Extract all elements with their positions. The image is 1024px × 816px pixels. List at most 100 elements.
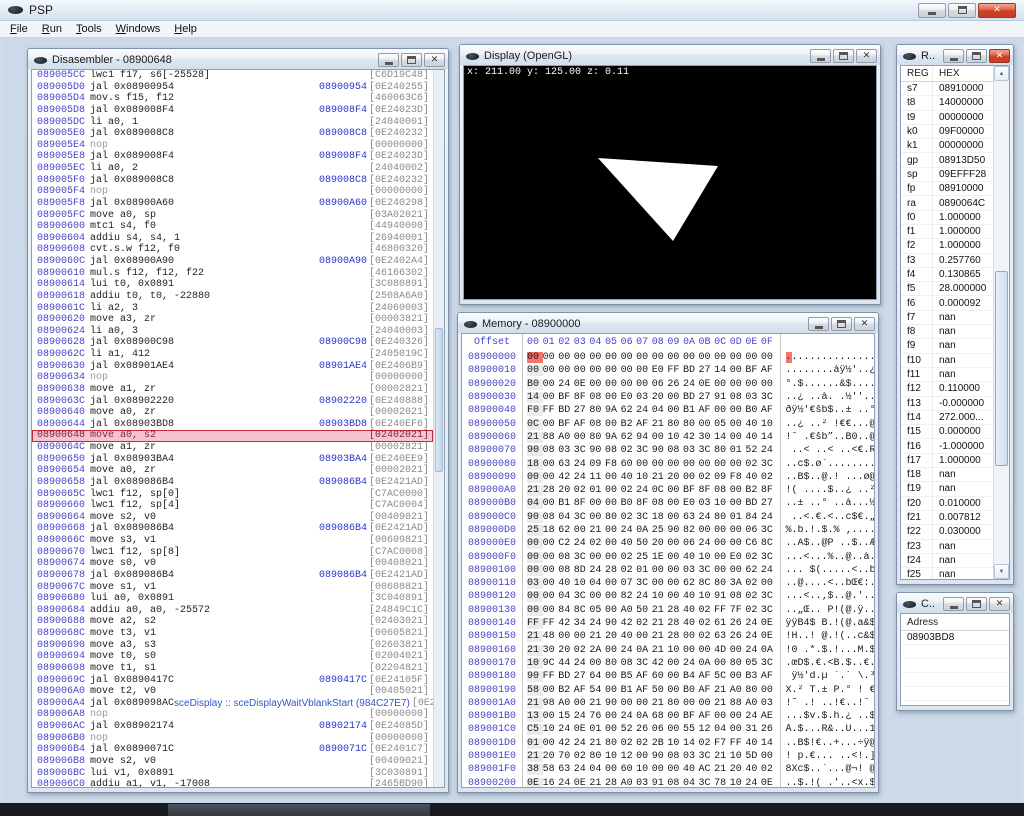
memory-minimize-button[interactable] (808, 317, 829, 331)
memory-byte[interactable]: F0 (527, 405, 543, 416)
memory-byte[interactable]: 00 (636, 365, 652, 376)
memory-byte[interactable]: 01 (730, 512, 746, 523)
memory-byte[interactable]: 31 (745, 724, 761, 735)
memory-byte[interactable]: 21 (527, 645, 543, 656)
memory-byte[interactable]: 00 (683, 459, 699, 470)
memory-byte[interactable]: 00 (714, 352, 730, 363)
memory-byte[interactable]: 8F (761, 485, 777, 496)
memory-byte[interactable]: 10 (605, 751, 621, 762)
memory-byte[interactable]: 00 (589, 512, 605, 523)
menu-run[interactable]: Run (35, 22, 69, 37)
memory-byte[interactable]: 90 (527, 671, 543, 682)
memory-byte[interactable]: 08 (667, 751, 683, 762)
memory-byte[interactable]: 04 (589, 764, 605, 775)
memory-byte[interactable]: 02 (621, 565, 637, 576)
memory-byte[interactable]: 42 (652, 658, 668, 669)
register-row[interactable]: t900000000 (901, 111, 993, 125)
registers-maximize-button[interactable] (966, 49, 987, 63)
registers-minimize-button[interactable] (943, 49, 964, 63)
memory-byte[interactable]: 00 (667, 565, 683, 576)
memory-byte[interactable]: 10 (714, 498, 730, 509)
memory-byte[interactable]: 0A (636, 711, 652, 722)
memory-byte[interactable]: 02 (574, 645, 590, 656)
memory-byte[interactable]: 40 (683, 591, 699, 602)
memory-row[interactable]: 089001D001004224218002022B101402F7FF4014… (462, 737, 874, 750)
memory-byte[interactable]: 00 (667, 459, 683, 470)
memory-byte[interactable]: 3A (730, 578, 746, 589)
disasm-line[interactable]: 0890063Cjal 0x0890222008902220[0E240888] (32, 396, 433, 408)
memory-byte[interactable]: 24 (574, 711, 590, 722)
memory-byte[interactable]: 14 (683, 738, 699, 749)
memory-byte[interactable]: 24 (683, 658, 699, 669)
memory-byte[interactable]: 00 (652, 578, 668, 589)
memory-byte[interactable]: 00 (527, 472, 543, 483)
memory-byte[interactable]: 08 (730, 392, 746, 403)
memory-byte[interactable]: 10 (527, 658, 543, 669)
memory-byte[interactable]: A0 (621, 778, 637, 788)
memory-byte[interactable]: 28 (605, 565, 621, 576)
memory-byte[interactable]: 04 (558, 512, 574, 523)
memory-byte[interactable]: 08 (589, 392, 605, 403)
memory-byte[interactable]: E0 (652, 365, 668, 376)
memory-row[interactable]: 089000E00000C22402004050200006240000C68C… (462, 537, 874, 550)
main-window-minimize-button[interactable] (918, 3, 946, 18)
disasm-line[interactable]: 08900638move a1, zr[00002821] (32, 384, 433, 396)
memory-row[interactable]: 089000C09008043C0080023C1800632480018424… (462, 511, 874, 524)
memory-byte[interactable]: 02 (745, 605, 761, 616)
memory-byte[interactable]: BD (558, 405, 574, 416)
memory-byte[interactable]: 76 (589, 711, 605, 722)
memory-byte[interactable]: 28 (667, 618, 683, 629)
memory-byte[interactable]: 1E (652, 552, 668, 563)
register-row[interactable]: f200.010000 (901, 497, 993, 511)
memory-byte[interactable]: 0C (527, 419, 543, 430)
memory-byte[interactable]: 00 (636, 698, 652, 709)
memory-byte[interactable]: 24 (558, 778, 574, 788)
memory-byte[interactable]: 00 (527, 538, 543, 549)
memory-byte[interactable]: 00 (745, 379, 761, 390)
memory-byte[interactable]: 21 (652, 618, 668, 629)
register-row[interactable]: f120.110000 (901, 382, 993, 396)
memory-row[interactable]: 089001000000088D242802010000033C00006224… (462, 564, 874, 577)
memory-byte[interactable]: 3C (761, 552, 777, 563)
memory-byte[interactable]: 03 (683, 565, 699, 576)
scrollbar-thumb[interactable] (435, 328, 443, 471)
memory-row[interactable]: 089000801800632409F86000000000000000023C… (462, 457, 874, 470)
disasm-line[interactable]: 08900610mul.s f12, f12, f22[46166302] (32, 268, 433, 280)
memory-byte[interactable]: 00 (527, 352, 543, 363)
memory-byte[interactable]: 90 (652, 445, 668, 456)
memory-byte[interactable]: 42 (558, 472, 574, 483)
memory-byte[interactable]: 3C (699, 751, 715, 762)
memory-byte[interactable]: 80 (714, 445, 730, 456)
memory-byte[interactable]: 00 (730, 645, 746, 656)
memory-byte[interactable]: 0E (574, 724, 590, 735)
memory-byte[interactable]: 00 (574, 365, 590, 376)
memory-byte[interactable]: 08 (621, 658, 637, 669)
memory-byte[interactable]: 21 (714, 764, 730, 775)
register-row[interactable]: f8nan (901, 325, 993, 339)
memory-byte[interactable]: 00 (574, 698, 590, 709)
memory-byte[interactable]: B0 (527, 379, 543, 390)
disasm-line[interactable]: 089006ACjal 0x0890217408902174[0E24085D] (32, 721, 433, 733)
memory-byte[interactable]: 82 (621, 591, 637, 602)
disasm-line[interactable]: 08900698move t1, s1[02204821] (32, 663, 433, 675)
disasm-line[interactable]: 08900650jal 0x08903BA408903BA4[0E240EE9] (32, 454, 433, 466)
memory-byte[interactable]: 01 (589, 485, 605, 496)
memory-row[interactable]: 089001502148000021204000212800026326240E… (462, 630, 874, 643)
memory-byte[interactable]: 2B (652, 738, 668, 749)
memory-byte[interactable]: 00 (527, 552, 543, 563)
memory-byte[interactable]: 05 (589, 605, 605, 616)
disasm-line[interactable]: 089005F8jal 0x08900A6008900A60[0E240298] (32, 198, 433, 210)
disassembler-titlebar[interactable]: Disasembler - 08900648 ✕ (28, 49, 448, 69)
memory-byte[interactable]: 00 (558, 631, 574, 642)
memory-byte[interactable]: 00 (527, 591, 543, 602)
memory-byte[interactable]: 00 (543, 419, 559, 430)
memory-byte[interactable]: 63 (714, 631, 730, 642)
memory-byte[interactable]: 00 (667, 578, 683, 589)
memory-byte[interactable]: 3C (761, 591, 777, 602)
memory-byte[interactable]: 00 (543, 379, 559, 390)
memory-byte[interactable]: 21 (527, 751, 543, 762)
memory-byte[interactable]: 10 (543, 724, 559, 735)
memory-byte[interactable]: 02 (621, 485, 637, 496)
memory-byte[interactable]: 50 (652, 685, 668, 696)
memory-byte[interactable]: 00 (605, 578, 621, 589)
